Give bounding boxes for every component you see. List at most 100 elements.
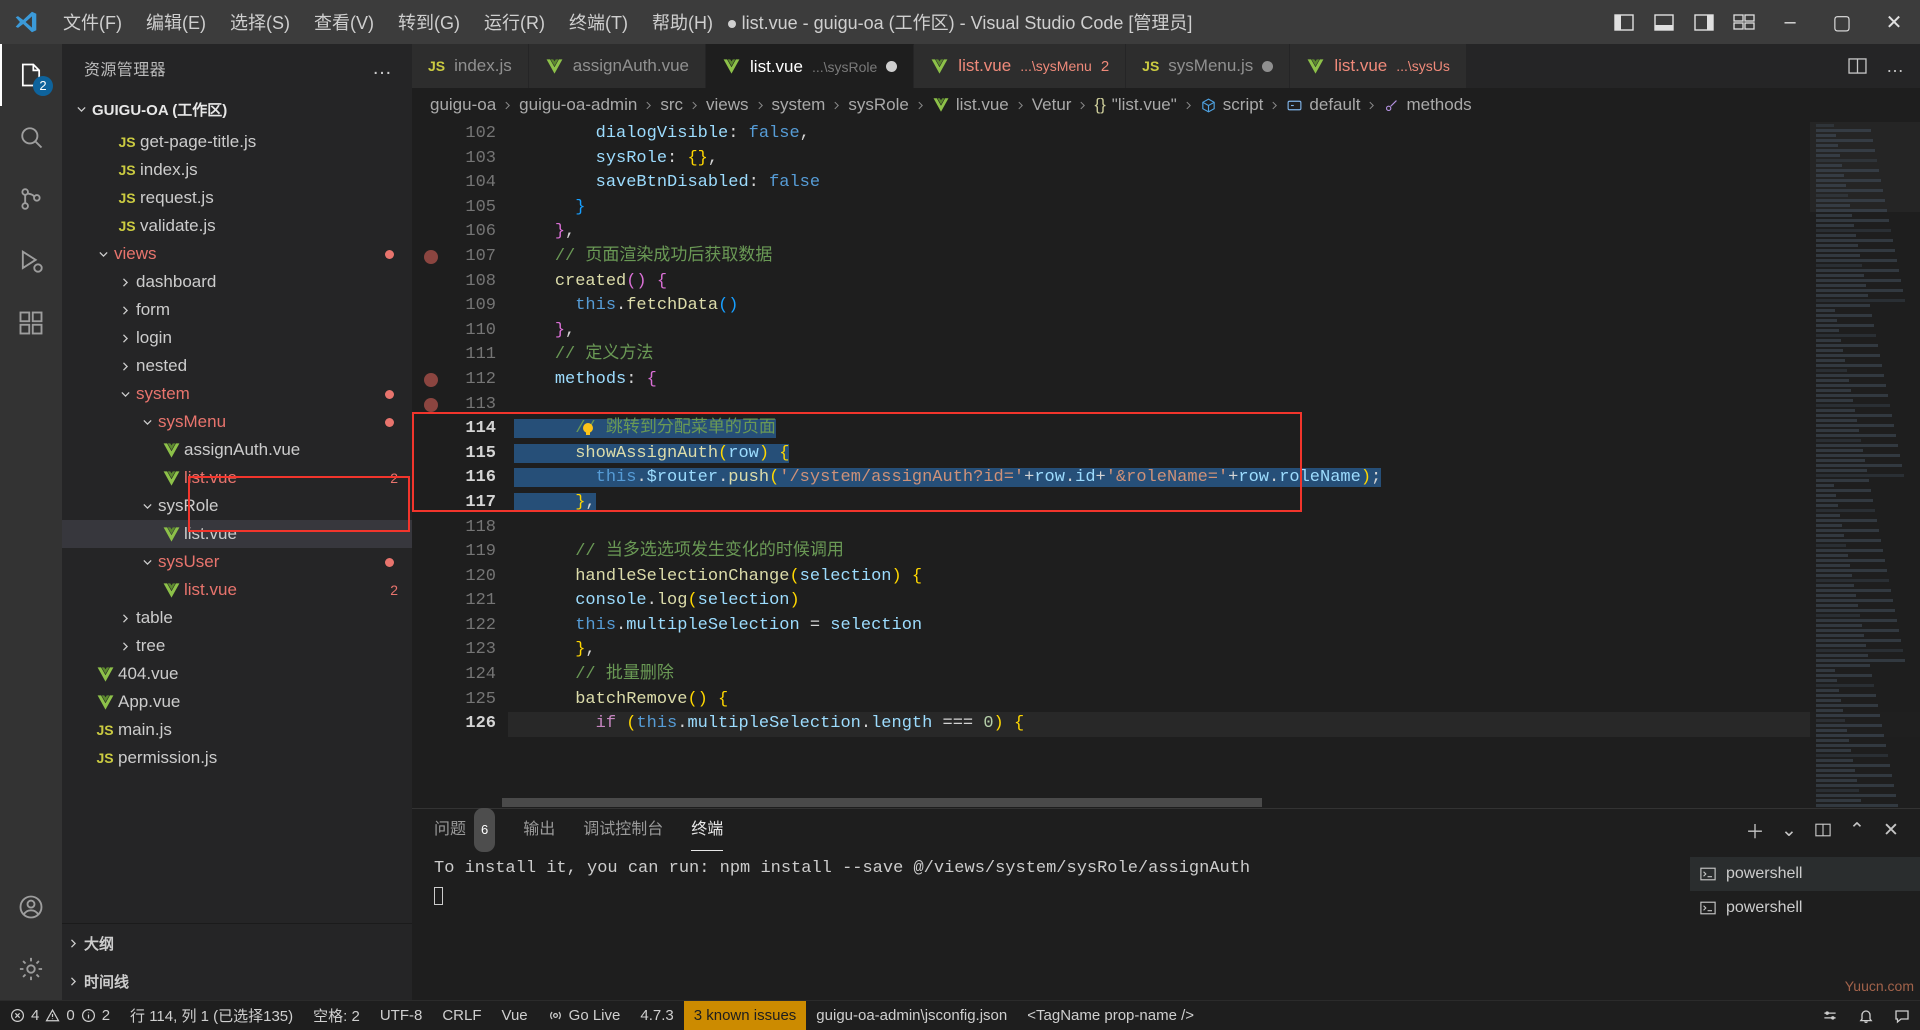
tree-item-system[interactable]: system — [62, 380, 412, 408]
tree-item-index-js[interactable]: JSindex.js — [62, 156, 412, 184]
tree-item-list-vue[interactable]: list.vue2 — [62, 576, 412, 604]
activity-source-control-icon[interactable] — [0, 168, 62, 230]
breakpoint-icon[interactable] — [424, 373, 438, 387]
split-terminal-icon[interactable] — [1808, 815, 1838, 845]
code-line-122[interactable]: this.multipleSelection = selection — [508, 614, 1920, 639]
tree-item-app-vue[interactable]: App.vue — [62, 688, 412, 716]
minimize-button[interactable]: – — [1764, 0, 1816, 44]
status-errors-warnings[interactable]: 4 0 2 — [0, 1001, 120, 1030]
quick-fix-lightbulb-icon[interactable] — [580, 421, 596, 437]
terminal-output[interactable]: To install it, you can run: npm install … — [412, 851, 1690, 1000]
code-line-121[interactable]: console.log(selection) — [508, 589, 1920, 614]
code-line-120[interactable]: handleSelectionChange(selection) { — [508, 565, 1920, 590]
maximize-panel-icon[interactable]: ⌃ — [1842, 815, 1872, 845]
tree-item-sysrole[interactable]: sysRole — [62, 492, 412, 520]
breadcrumb-item-10[interactable]: default — [1286, 95, 1360, 115]
code-line-116[interactable]: this.$router.push('/system/assignAuth?id… — [508, 466, 1920, 491]
status-bell-icon[interactable] — [1848, 1001, 1884, 1030]
breadcrumb-item-8[interactable]: {}"list.vue" — [1094, 95, 1176, 115]
close-panel-icon[interactable]: ✕ — [1876, 815, 1906, 845]
menu-bar[interactable]: 文件(F) 编辑(E) 选择(S) 查看(V) 转到(G) 运行(R) 终端(T… — [52, 4, 724, 40]
tree-item-table[interactable]: table — [62, 604, 412, 632]
breakpoint-icon[interactable] — [424, 250, 438, 264]
tree-item-nested[interactable]: nested — [62, 352, 412, 380]
breadcrumb-item-9[interactable]: script — [1200, 95, 1264, 115]
editor-tab-4[interactable]: JSsysMenu.js — [1126, 44, 1290, 88]
code-line-106[interactable]: }, — [508, 220, 1920, 245]
new-terminal-icon[interactable]: ＋ — [1740, 815, 1770, 845]
activity-accounts-icon[interactable] — [0, 876, 62, 938]
code-line-102[interactable]: dialogVisible: false, — [508, 122, 1920, 147]
editor-tab-3[interactable]: list.vue...\sysMenu2 — [914, 44, 1126, 88]
breadcrumb-item-11[interactable]: methods — [1383, 95, 1471, 115]
panel-tab-output[interactable]: 输出 — [523, 809, 555, 851]
tree-item-permission-js[interactable]: JSpermission.js — [62, 744, 412, 772]
tree-item-list-vue[interactable]: list.vue — [62, 520, 412, 548]
menu-edit[interactable]: 编辑(E) — [135, 4, 217, 40]
code-line-117[interactable]: }, — [508, 491, 1920, 516]
breadcrumb-item-6[interactable]: list.vue — [932, 95, 1009, 115]
editor-tab-1[interactable]: assignAuth.vue — [529, 44, 706, 88]
code-line-123[interactable]: }, — [508, 638, 1920, 663]
breadcrumb-item-2[interactable]: src — [660, 95, 683, 115]
menu-go[interactable]: 转到(G) — [387, 4, 471, 40]
status-feedback-icon[interactable] — [1884, 1001, 1920, 1030]
tree-item-get-page-title-js[interactable]: JSget-page-title.js — [62, 128, 412, 156]
tree-item-views[interactable]: views — [62, 240, 412, 268]
menu-view[interactable]: 查看(V) — [303, 4, 385, 40]
status-eol[interactable]: CRLF — [432, 1001, 491, 1030]
panel-tab-debug-console[interactable]: 调试控制台 — [583, 809, 663, 851]
editor-tabs[interactable]: JSindex.jsassignAuth.vuelist.vue...\sysR… — [412, 44, 1920, 88]
code-line-103[interactable]: sysRole: {}, — [508, 147, 1920, 172]
panel-tab-problems[interactable]: 问题6 — [434, 809, 495, 851]
horizontal-scrollbar[interactable] — [412, 796, 1920, 808]
panel-tabs[interactable]: 问题6输出调试控制台终端＋⌄⌃✕ — [412, 809, 1920, 851]
breadcrumb-item-0[interactable]: guigu-oa — [430, 95, 496, 115]
activity-settings-gear-icon[interactable] — [0, 938, 62, 1000]
breadcrumb-item-5[interactable]: sysRole — [848, 95, 908, 115]
code-line-104[interactable]: saveBtnDisabled: false — [508, 171, 1920, 196]
code-line-113[interactable] — [508, 393, 1920, 418]
breadcrumb-item-4[interactable]: system — [772, 95, 826, 115]
code-line-125[interactable]: batchRemove() { — [508, 688, 1920, 713]
status-remote-icon[interactable] — [1812, 1001, 1848, 1030]
editor-minimap[interactable] — [1810, 122, 1920, 808]
breadcrumb-item-1[interactable]: guigu-oa-admin — [519, 95, 637, 115]
tree-item-sysmenu[interactable]: sysMenu — [62, 408, 412, 436]
tree-item-validate-js[interactable]: JSvalidate.js — [62, 212, 412, 240]
toggle-primary-sidebar-icon[interactable] — [1604, 0, 1644, 44]
maximize-button[interactable]: ▢ — [1816, 0, 1868, 44]
code-line-105[interactable]: } — [508, 196, 1920, 221]
code-line-108[interactable]: created() { — [508, 270, 1920, 295]
editor-more-actions-icon[interactable]: … — [1876, 44, 1914, 88]
status-indentation[interactable]: 空格: 2 — [303, 1001, 370, 1030]
tree-item-list-vue[interactable]: list.vue2 — [62, 464, 412, 492]
code-line-126[interactable]: if (this.multipleSelection.length === 0)… — [508, 712, 1920, 737]
code-line-107[interactable]: // 页面渲染成功后获取数据 — [508, 245, 1920, 270]
editor-tab-5[interactable]: list.vue...\sysUs — [1290, 44, 1467, 88]
close-button[interactable]: ✕ — [1868, 0, 1920, 44]
split-editor-icon[interactable] — [1838, 44, 1876, 88]
workspace-root-row[interactable]: GUIGU-OA (工作区) — [62, 92, 412, 126]
code-line-124[interactable]: // 批量删除 — [508, 663, 1920, 688]
tree-item-404-vue[interactable]: 404.vue — [62, 660, 412, 688]
editor-glyph-margin[interactable] — [412, 122, 450, 808]
code-line-114[interactable]: // 跳转到分配菜单的页面 — [508, 417, 1920, 442]
code-editor[interactable]: 1021031041051061071081091101111121131141… — [412, 122, 1920, 808]
breadcrumb[interactable]: guigu-oaguigu-oa-adminsrcviewssystemsysR… — [412, 88, 1920, 122]
explorer-more-actions-icon[interactable]: … — [364, 55, 400, 82]
menu-run[interactable]: 运行(R) — [473, 4, 556, 40]
menu-terminal[interactable]: 终端(T) — [558, 4, 639, 40]
status-known-issues[interactable]: 3 known issues — [684, 1001, 807, 1030]
breadcrumb-item-7[interactable]: Vetur — [1032, 95, 1072, 115]
editor-tab-2[interactable]: list.vue...\sysRole — [706, 44, 914, 88]
activity-explorer-icon[interactable]: 2 — [0, 44, 62, 106]
code-content[interactable]: dialogVisible: false, sysRole: {}, saveB… — [508, 122, 1920, 808]
tree-item-assignauth-vue[interactable]: assignAuth.vue — [62, 436, 412, 464]
status-jsconfig[interactable]: guigu-oa-admin\jsconfig.json — [806, 1001, 1017, 1030]
status-cursor-position[interactable]: 行 114, 列 1 (已选择135) — [120, 1001, 303, 1030]
toggle-panel-icon[interactable] — [1644, 0, 1684, 44]
terminal-dropdown-icon[interactable]: ⌄ — [1774, 815, 1804, 845]
editor-tab-dirty-icon[interactable] — [1262, 61, 1273, 72]
code-line-118[interactable] — [508, 516, 1920, 541]
